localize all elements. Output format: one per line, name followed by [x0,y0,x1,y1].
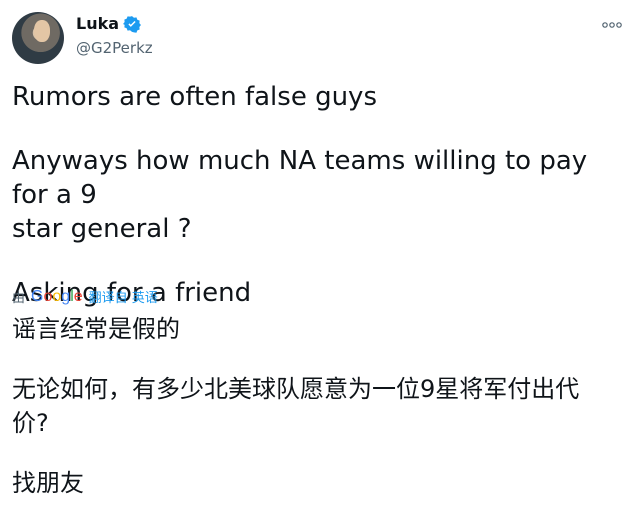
translated-gap-1 [12,346,628,372]
translated-from-link[interactable]: 翻译自 英语 [89,287,158,306]
tweet-line-1: Rumors are often false guys [12,82,377,112]
google-letter-4: g [61,287,71,305]
user-names: Luka @G2Perkz [76,14,153,58]
translated-line-4: 找朋友 [12,469,84,497]
translated-text: 谣言经常是假的 无论如何，有多少北美球队愿意为一位9星将军付出代 价? 找朋友 [12,312,628,500]
translated-line-1: 谣言经常是假的 [12,315,180,343]
tweet-line-3: star general ? [12,214,192,244]
google-letter-1: G [31,287,44,305]
tweet-header: Luka @G2Perkz [12,12,628,64]
tweet-text: Rumors are often false guys Anyways how … [12,80,628,310]
display-name[interactable]: Luka [76,14,141,34]
google-letter-6: e [73,287,83,305]
translation-attribution: 由 Google 翻译自 英语 [12,287,158,307]
google-logo: Google [31,288,83,306]
more-icon[interactable] [600,16,624,34]
translated-line-2: 无论如何，有多少北美球队愿意为一位9星将军付出代 [12,375,580,403]
translated-gap-2 [12,440,628,466]
translation-by-label: 由 [12,291,26,306]
tweet-gap-2 [12,246,628,276]
translated-line-3: 价? [12,409,49,437]
display-name-text[interactable]: Luka [76,14,119,34]
tweet-line-2: Anyways how much NA teams willing to pay… [12,146,588,210]
avatar[interactable] [12,12,64,64]
tweet-gap-1 [12,114,628,144]
user-handle[interactable]: @G2Perkz [76,38,153,58]
google-letter-3: o [52,287,62,305]
verified-badge-icon [123,15,141,33]
